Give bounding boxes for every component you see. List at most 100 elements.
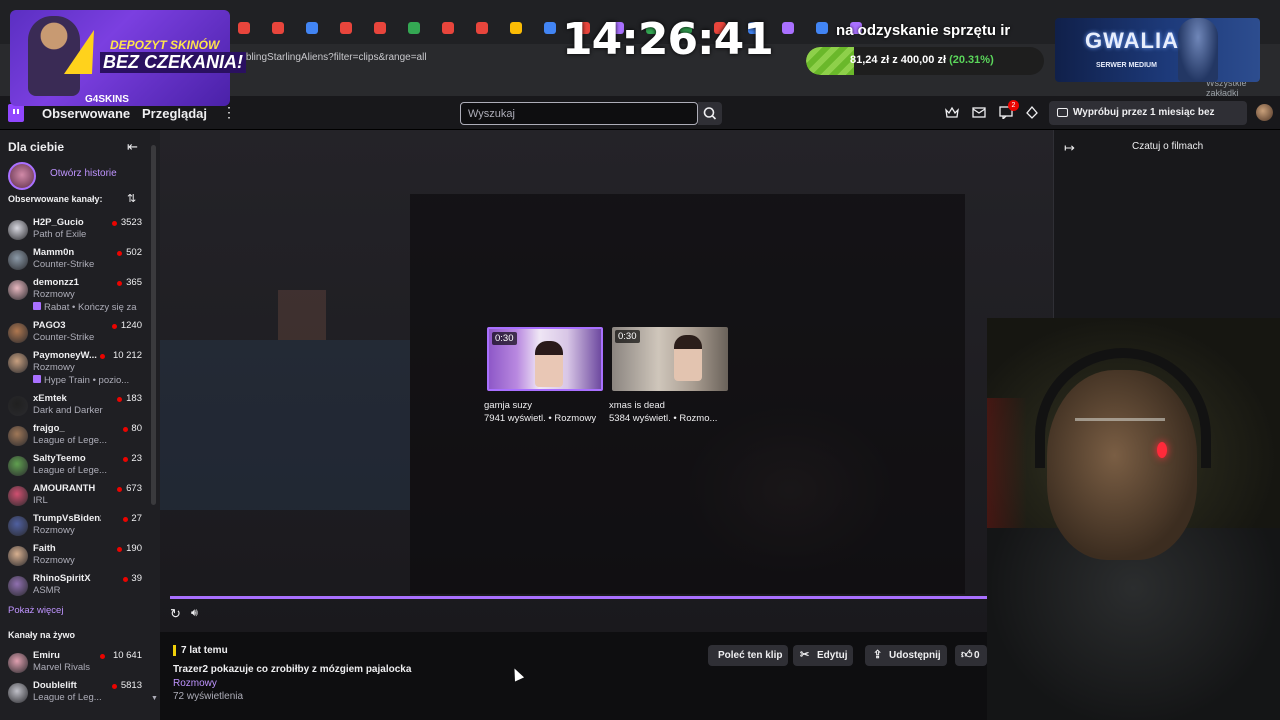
live-dot-icon bbox=[111, 324, 117, 329]
sidebar-channel-item[interactable]: TrumpVsBiden2...Rozmowy 27 bbox=[0, 513, 152, 543]
viewer-count: 190 bbox=[126, 543, 142, 554]
clip-thumbnail-2[interactable]: 0:30 bbox=[612, 327, 728, 391]
channel-avatar bbox=[8, 486, 28, 506]
inbox-icon[interactable] bbox=[972, 106, 986, 119]
scissors-icon: ✂ bbox=[800, 649, 810, 661]
viewer-count: 1240 bbox=[120, 320, 142, 331]
channel-name: Mamm0n bbox=[33, 247, 75, 258]
sidebar-channel-item[interactable]: demonzz1 Rozmowy 365 Rabat • Kończy się za bbox=[0, 277, 152, 313]
browser-tab-favicon[interactable] bbox=[272, 22, 284, 34]
more-menu-icon[interactable]: ⋮ bbox=[222, 104, 236, 121]
sort-icon[interactable]: ⇅ bbox=[127, 192, 136, 205]
browser-tab-favicon[interactable] bbox=[544, 22, 556, 34]
channel-avatar bbox=[8, 323, 28, 343]
channel-name: Emiru bbox=[33, 650, 60, 661]
channel-event: Rabat • Kończy się za bbox=[33, 302, 145, 313]
live-dot-icon bbox=[122, 517, 128, 522]
crown-icon[interactable] bbox=[945, 106, 959, 119]
channel-name: Faith bbox=[33, 543, 56, 554]
browser-tab-favicon[interactable] bbox=[476, 22, 488, 34]
channel-category: Path of Exile bbox=[33, 229, 87, 240]
clip-category-link[interactable]: Rozmowy bbox=[173, 678, 217, 689]
viewer-count: 3523 bbox=[120, 217, 142, 228]
clip-duration: 0:30 bbox=[615, 330, 640, 343]
goal-target: 400,00 zł bbox=[900, 54, 947, 66]
sidebar-channel-item[interactable]: Doublelift League of Leg... 5813 bbox=[0, 680, 152, 710]
nav-browse[interactable]: Przeglądaj bbox=[142, 106, 207, 121]
browser-tab-favicon[interactable] bbox=[238, 22, 250, 34]
goal-amount: 81,24 zł bbox=[850, 54, 890, 66]
sidebar-channel-item[interactable]: RhinoSpiritX ASMR 39 bbox=[0, 573, 152, 603]
like-button[interactable]: 👍︎ 0 bbox=[955, 645, 987, 666]
sidebar-channel-item[interactable]: PAGO3 Counter-Strike 1240 bbox=[0, 320, 152, 350]
sidebar-channel-item[interactable]: PaymoneyW... Rozmowy 10 212 Hype Train • po… bbox=[0, 350, 152, 386]
browser-tab-favicon[interactable] bbox=[442, 22, 454, 34]
channel-name: PaymoneyW... bbox=[33, 350, 97, 361]
channel-category: Counter-Strike bbox=[33, 259, 95, 270]
channel-category: Rozmowy bbox=[33, 289, 75, 300]
browser-tab-favicon[interactable] bbox=[510, 22, 522, 34]
show-more-link[interactable]: Pokaż więcej bbox=[8, 605, 63, 616]
sidebar-channel-item[interactable]: Emiru Marvel Rivals 10 641 bbox=[0, 650, 152, 680]
clip-title-2[interactable]: xmas is dead bbox=[609, 400, 665, 411]
collapse-sidebar-icon[interactable]: ⇤ bbox=[127, 139, 138, 155]
scroll-down-icon[interactable]: ▼ bbox=[151, 695, 158, 702]
nav-following[interactable]: Obserwowane bbox=[42, 106, 130, 121]
share-icon: ⇪ bbox=[873, 649, 883, 661]
browser-tab-favicon[interactable] bbox=[782, 22, 794, 34]
clip-thumbnail-person bbox=[674, 335, 702, 381]
live-dot-icon bbox=[100, 654, 106, 659]
share-button[interactable]: ⇪ Udostępnij bbox=[865, 645, 947, 666]
channel-category: League of Leg... bbox=[33, 692, 102, 703]
sidebar-channel-item[interactable]: xEmtek Dark and Darker 183 bbox=[0, 393, 152, 423]
edit-button[interactable]: ✂ Edytuj bbox=[793, 645, 853, 666]
banner-line1: DEPOZYT SKINÓW bbox=[110, 38, 220, 52]
viewer-count: 183 bbox=[126, 393, 142, 404]
browser-tab-favicon[interactable] bbox=[374, 22, 386, 34]
history-avatar[interactable] bbox=[8, 162, 36, 190]
twitch-logo-icon[interactable] bbox=[8, 104, 24, 122]
browser-tab-favicon[interactable] bbox=[408, 22, 420, 34]
video-player[interactable]: 0:30 0:30 gamja suzy 7941 wyświetl. • Ro… bbox=[160, 130, 1053, 632]
sidebar-channel-item[interactable]: frajgo_ League of Lege... 80 bbox=[0, 423, 152, 453]
volume-icon[interactable]: 🔊︎ bbox=[191, 607, 198, 620]
clip-title-1[interactable]: gamja suzy bbox=[484, 400, 532, 411]
clip-info-bar bbox=[160, 632, 987, 720]
search-input[interactable] bbox=[460, 102, 698, 125]
clip-thumbnail-1[interactable]: 0:30 bbox=[487, 327, 603, 391]
channel-avatar bbox=[8, 220, 28, 240]
headset-icon bbox=[1035, 348, 1211, 468]
clip-age-marker bbox=[173, 645, 176, 656]
channel-name: demonzz1 bbox=[33, 277, 79, 288]
channel-event-text: Hype Train • pozio... bbox=[44, 375, 130, 386]
search-button[interactable] bbox=[698, 102, 722, 125]
bits-icon[interactable] bbox=[1025, 106, 1039, 119]
url-text[interactable]: umblingStarlingAliens?filter=clips&range… bbox=[232, 52, 427, 63]
expand-chat-icon[interactable]: ↦ bbox=[1064, 140, 1075, 156]
browser-tab-favicon[interactable] bbox=[340, 22, 352, 34]
viewer-count: 5813 bbox=[120, 680, 142, 691]
sidebar-channel-item[interactable]: Mamm0n Counter-Strike 502 bbox=[0, 247, 152, 277]
channel-category: Rozmowy bbox=[33, 362, 75, 373]
channel-avatar bbox=[8, 426, 28, 446]
channel-name: PAGO3 bbox=[33, 320, 66, 331]
user-avatar[interactable] bbox=[1256, 104, 1273, 121]
viewer-count: 365 bbox=[126, 277, 142, 288]
sidebar-channel-item[interactable]: AMOURANTH IRL 673 bbox=[0, 483, 152, 513]
sidebar-channel-item[interactable]: H2P_Gucio Path of Exile 3523 bbox=[0, 217, 152, 247]
viewer-count: 39 bbox=[131, 573, 142, 584]
sidebar-channel-item[interactable]: SaltyTeemo League of Lege... 23 bbox=[0, 453, 152, 483]
browser-tab-favicon[interactable] bbox=[816, 22, 828, 34]
live-dot-icon bbox=[111, 221, 117, 226]
sidebar-channel-item[interactable]: Faith Rozmowy 190 bbox=[0, 543, 152, 573]
video-progress-bar[interactable] bbox=[170, 596, 1053, 599]
channel-category: Marvel Rivals bbox=[33, 662, 91, 673]
donation-goal-fill bbox=[806, 47, 855, 75]
ad-free-trial-button[interactable]: Wypróbuj przez 1 miesiąc bez reklam bbox=[1049, 101, 1247, 142]
replay-icon[interactable]: ↻ bbox=[170, 606, 181, 622]
browser-tab-favicon[interactable] bbox=[306, 22, 318, 34]
recommend-clip-button[interactable]: Poleć ten klip bbox=[708, 645, 788, 666]
open-history-link[interactable]: Otwórz historie bbox=[50, 168, 117, 179]
clip-title: Trazer2 pokazuje co zrobiłby z mózgiem p… bbox=[173, 664, 412, 675]
chat-title: Czatuj o filmach bbox=[1132, 141, 1204, 152]
